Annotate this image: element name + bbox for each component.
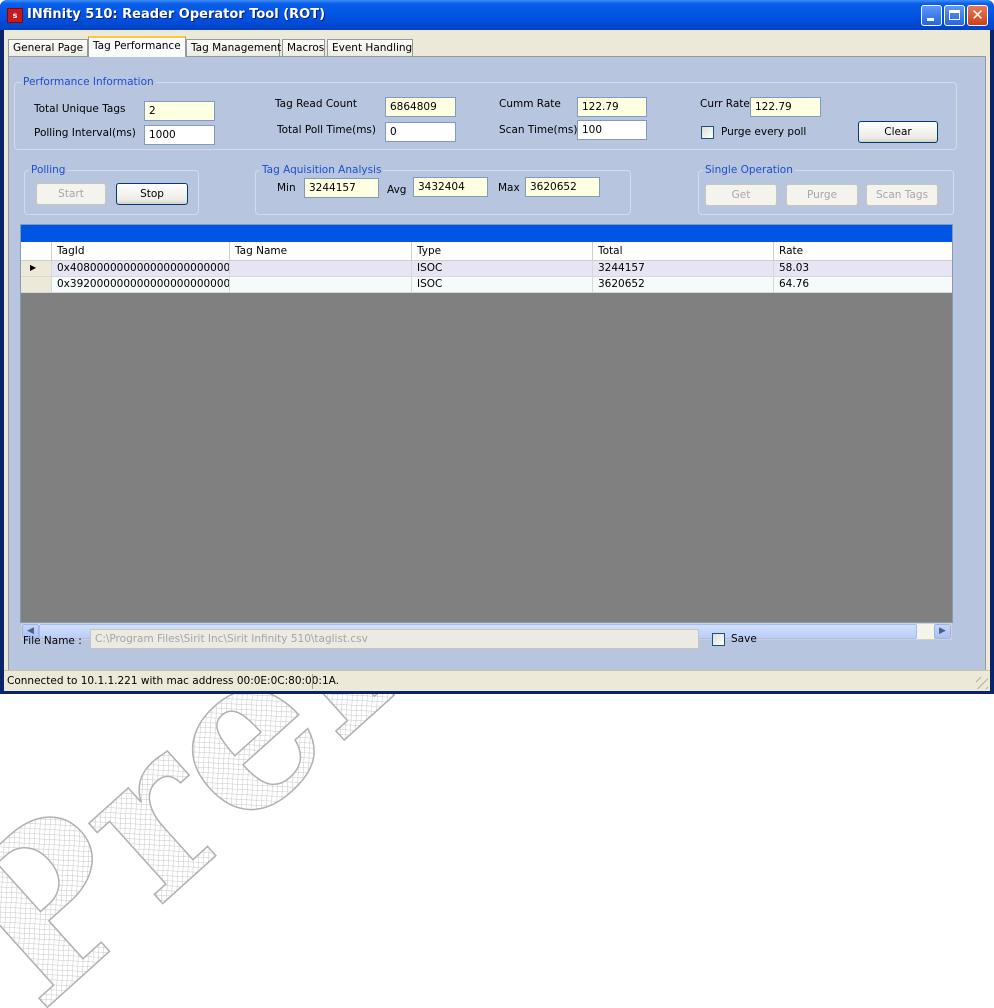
column-header-type[interactable]: Type: [412, 242, 593, 260]
current-row-indicator-icon: ▶: [21, 261, 52, 277]
window-title: INfinity 510: Reader Operator Tool (ROT): [27, 7, 326, 22]
polling-interval-field[interactable]: 1000: [144, 125, 215, 145]
performance-info-title: Performance Information: [21, 76, 156, 88]
cell-tagid[interactable]: 0x408000000000000000000000: [52, 261, 230, 277]
tab-general-page[interactable]: General Page: [8, 39, 88, 56]
minimize-icon: [927, 18, 934, 21]
close-icon: ✕: [971, 6, 984, 24]
tab-macros[interactable]: Macros: [282, 39, 325, 56]
get-button[interactable]: Get: [705, 184, 777, 206]
polling-title: Polling: [29, 164, 68, 176]
single-operation-title: Single Operation: [703, 164, 795, 176]
max-field[interactable]: 3620652: [525, 177, 600, 197]
svg-text:Prel: Prel: [0, 694, 432, 1008]
save-checkbox[interactable]: [712, 633, 725, 646]
row-header-cell: [21, 277, 52, 293]
cumm-rate-label: Cumm Rate: [499, 98, 561, 110]
purge-button[interactable]: Purge: [786, 184, 858, 206]
save-label: Save: [731, 633, 757, 645]
tag-grid: TagId Tag Name Type Total Rate ▶ 0x40800…: [20, 224, 953, 623]
column-header-rate[interactable]: Rate: [774, 242, 952, 260]
file-name-label: File Name :: [23, 635, 82, 647]
total-unique-tags-label: Total Unique Tags: [34, 103, 126, 115]
tag-read-count-label: Tag Read Count: [275, 98, 358, 110]
cell-tag-name[interactable]: [230, 277, 412, 293]
cell-total[interactable]: 3620652: [593, 277, 774, 293]
grid-caption-bar: [21, 225, 952, 242]
start-button[interactable]: Start: [36, 183, 106, 205]
min-label: Min: [277, 182, 296, 194]
min-field[interactable]: 3244157: [304, 178, 379, 198]
scan-time-label: Scan Time(ms): [499, 124, 578, 136]
cell-total[interactable]: 3244157: [593, 261, 774, 277]
scroll-right-icon[interactable]: ▶: [934, 624, 951, 639]
scan-tags-button[interactable]: Scan Tags: [866, 184, 938, 206]
cell-type[interactable]: ISOC: [412, 261, 593, 277]
status-separator: [312, 674, 313, 689]
column-header-total[interactable]: Total: [593, 242, 774, 260]
table-row[interactable]: ▶ 0x408000000000000000000000 ISOC 324415…: [21, 261, 952, 277]
total-unique-tags-field[interactable]: 2: [144, 101, 215, 121]
stop-button[interactable]: Stop: [116, 183, 188, 205]
avg-field[interactable]: 3432404: [413, 177, 488, 197]
scan-time-field[interactable]: 100: [577, 120, 647, 140]
max-label: Max: [498, 182, 520, 194]
preliminary-watermark: Prel: [0, 694, 432, 1008]
purge-every-poll-checkbox[interactable]: [701, 126, 714, 139]
purge-every-poll-label: Purge every poll: [721, 126, 807, 138]
file-name-field[interactable]: C:\Program Files\Sirit Inc\Sirit Infinit…: [90, 629, 699, 649]
clear-button[interactable]: Clear: [858, 121, 938, 143]
maximize-icon: [949, 10, 960, 20]
connection-status: Connected to 10.1.1.221 with mac address…: [7, 675, 339, 687]
tag-read-count-field[interactable]: 6864809: [385, 97, 456, 117]
status-bar: Connected to 10.1.1.221 with mac address…: [4, 670, 990, 691]
curr-rate-label: Curr Rate: [700, 98, 750, 110]
column-header-tagid[interactable]: TagId: [52, 242, 230, 260]
analysis-title: Tag Aquisition Analysis: [260, 164, 384, 176]
cumm-rate-field[interactable]: 122.79: [577, 97, 647, 117]
title-bar[interactable]: s INfinity 510: Reader Operator Tool (RO…: [0, 0, 994, 30]
cell-tagid[interactable]: 0x392000000000000000000000: [52, 277, 230, 293]
tab-tag-management[interactable]: Tag Management: [186, 39, 281, 56]
avg-label: Avg: [387, 184, 407, 196]
cell-tag-name[interactable]: [230, 261, 412, 277]
maximize-button[interactable]: [944, 5, 965, 26]
app-logo-icon: s: [7, 8, 23, 23]
total-poll-time-label: Total Poll Time(ms): [277, 124, 377, 136]
client-area: General Page Tag Performance Tag Managem…: [4, 30, 990, 691]
cell-rate[interactable]: 64.76: [774, 277, 952, 293]
total-poll-time-field[interactable]: 0: [385, 122, 456, 142]
tab-event-handling[interactable]: Event Handling: [327, 39, 413, 56]
table-row[interactable]: 0x392000000000000000000000 ISOC 3620652 …: [21, 277, 952, 293]
tab-tag-performance[interactable]: Tag Performance: [88, 36, 186, 57]
app-window: s INfinity 510: Reader Operator Tool (RO…: [0, 0, 994, 694]
polling-interval-label: Polling Interval(ms): [34, 127, 136, 139]
resize-grip-icon[interactable]: [976, 677, 988, 689]
column-header-tag-name[interactable]: Tag Name: [230, 242, 412, 260]
minimize-button[interactable]: [921, 5, 942, 26]
cell-rate[interactable]: 58.03: [774, 261, 952, 277]
close-button[interactable]: ✕: [967, 5, 988, 26]
curr-rate-field[interactable]: 122.79: [750, 97, 821, 117]
cell-type[interactable]: ISOC: [412, 277, 593, 293]
watermark-text: Prel: [0, 694, 432, 1008]
row-header-column: [21, 242, 52, 260]
grid-header: TagId Tag Name Type Total Rate: [21, 242, 952, 261]
tag-performance-panel: Performance Information Total Unique Tag…: [8, 56, 986, 688]
